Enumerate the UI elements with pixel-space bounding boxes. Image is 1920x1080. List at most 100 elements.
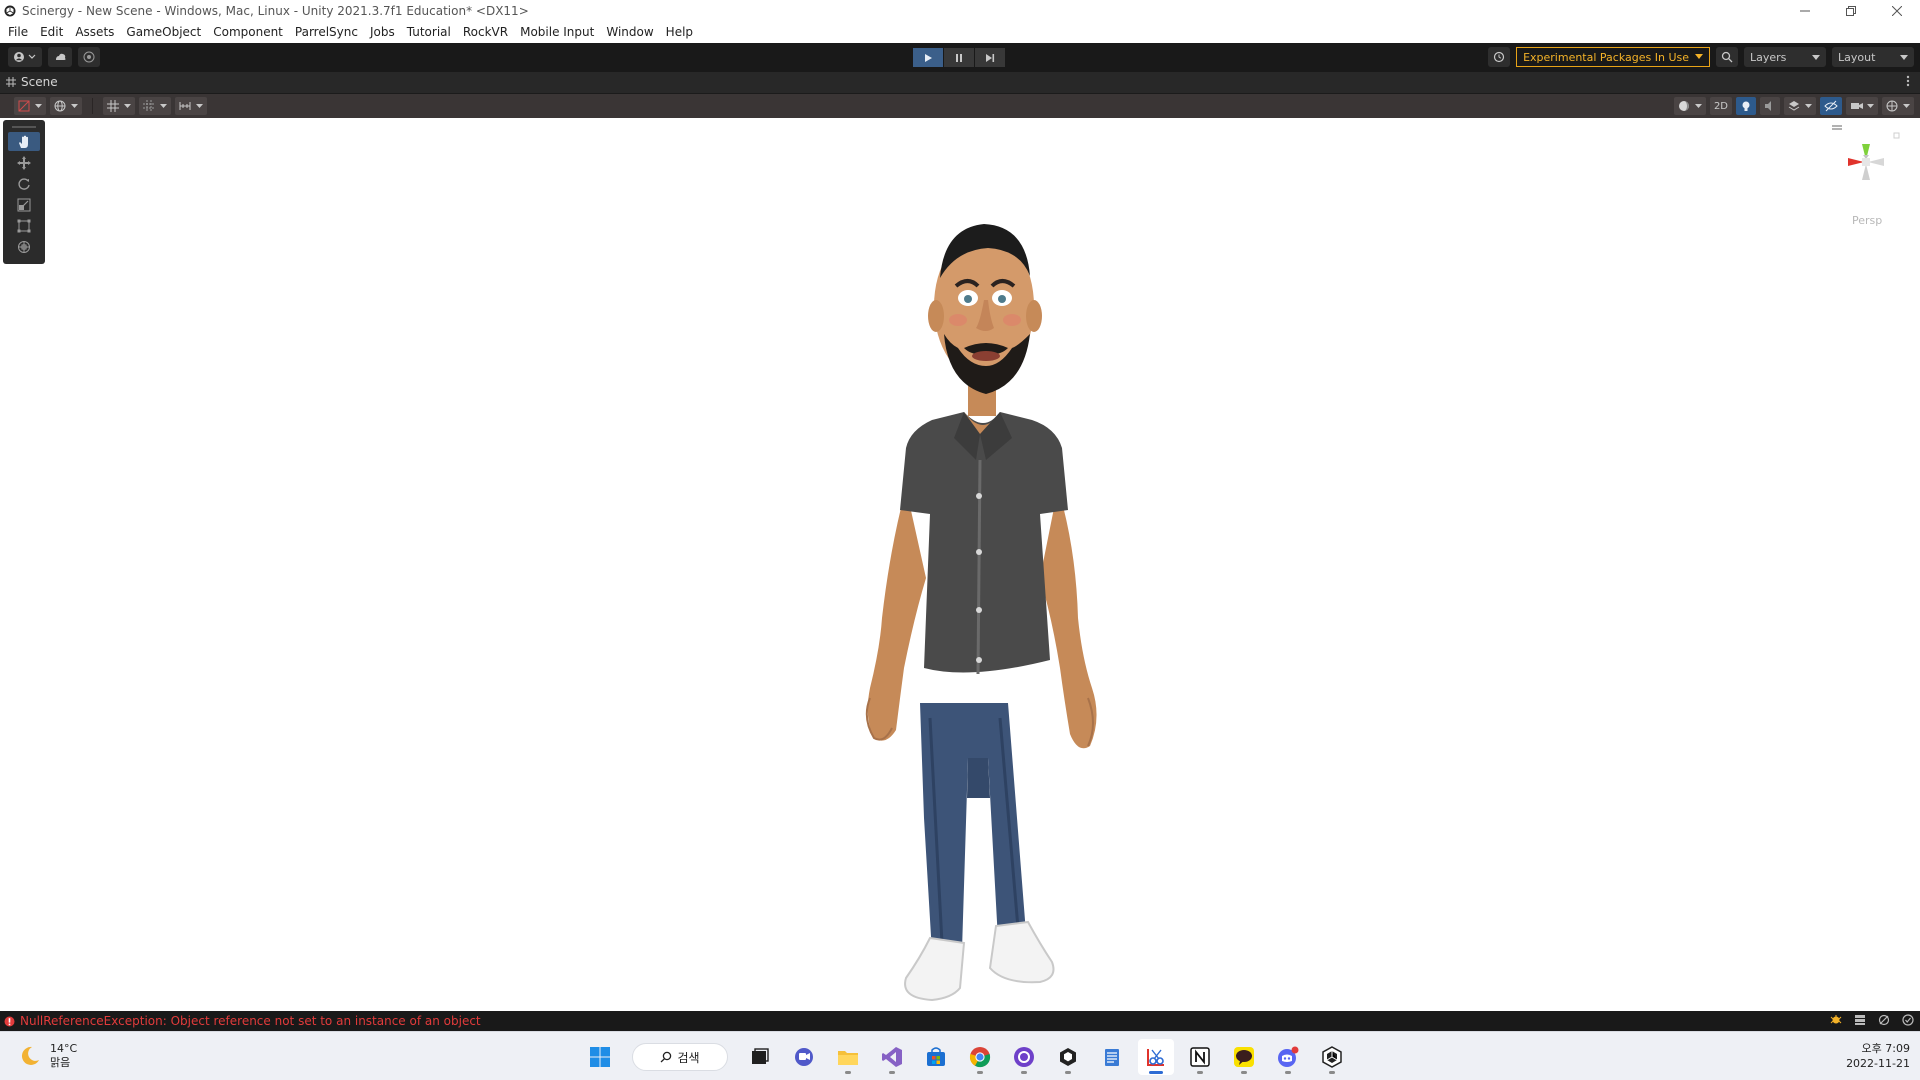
- chrome-button[interactable]: [962, 1039, 998, 1075]
- menu-assets[interactable]: Assets: [69, 22, 120, 43]
- camera-settings-dropdown[interactable]: [1846, 97, 1878, 115]
- experimental-packages-dropdown[interactable]: Experimental Packages In Use: [1516, 47, 1710, 67]
- minimize-button[interactable]: [1782, 0, 1828, 22]
- mode-2d-toggle[interactable]: 2D: [1709, 97, 1732, 115]
- increment-snap-dropdown[interactable]: [175, 97, 207, 115]
- chat-icon: [795, 1048, 813, 1066]
- rect-tool[interactable]: [8, 216, 40, 235]
- shading-mode-dropdown[interactable]: [1673, 97, 1706, 115]
- unity-hub-button[interactable]: [1050, 1039, 1086, 1075]
- menu-tutorial[interactable]: Tutorial: [401, 22, 457, 43]
- chevron-down-icon: [1805, 103, 1812, 108]
- kakaotalk-button[interactable]: [1226, 1039, 1262, 1075]
- search-icon: [1721, 51, 1733, 63]
- file-explorer-button[interactable]: [830, 1039, 866, 1075]
- mode-2d-label: 2D: [1713, 100, 1728, 112]
- services-button[interactable]: [78, 47, 100, 67]
- menu-component[interactable]: Component: [207, 22, 289, 43]
- lightbulb-icon: [1742, 101, 1750, 111]
- close-button[interactable]: [1874, 0, 1920, 22]
- gizmo-neg-x-axis[interactable]: [1868, 158, 1884, 166]
- gizmo-x-axis[interactable]: [1848, 158, 1864, 166]
- check-circle-icon[interactable]: [1902, 1014, 1914, 1026]
- rotate-tool[interactable]: [8, 174, 40, 193]
- menu-gameobject[interactable]: GameObject: [120, 22, 207, 43]
- eye-hidden-icon: [1824, 100, 1838, 112]
- task-view-button[interactable]: [742, 1039, 778, 1075]
- globe-icon: [54, 100, 66, 112]
- lighting-toggle[interactable]: [1736, 97, 1756, 115]
- weather-widget[interactable]: 14°C 맑음: [18, 1042, 77, 1070]
- audio-toggle[interactable]: [1760, 97, 1780, 115]
- snipping-tool-button[interactable]: [1138, 1039, 1174, 1075]
- undo-history-button[interactable]: [1488, 47, 1511, 67]
- menu-edit[interactable]: Edit: [34, 22, 69, 43]
- draw-mode-dropdown[interactable]: [14, 97, 46, 115]
- menu-parrelsync[interactable]: ParrelSync: [289, 22, 364, 43]
- gizmos-dropdown[interactable]: [1882, 97, 1914, 115]
- global-pivot-dropdown[interactable]: [50, 97, 82, 115]
- cache-server-icon[interactable]: [1854, 1014, 1866, 1026]
- snap-increment-icon: [179, 102, 191, 110]
- search-button[interactable]: [1716, 47, 1738, 67]
- start-button[interactable]: [582, 1039, 618, 1075]
- notion-icon: [1190, 1047, 1210, 1067]
- layout-dropdown[interactable]: Layout: [1832, 47, 1914, 67]
- collab-button[interactable]: [48, 47, 72, 67]
- error-message: NullReferenceException: Object reference…: [20, 1014, 481, 1028]
- bug-icon[interactable]: [1830, 1014, 1842, 1026]
- taskbar-clock[interactable]: 오후 7:09 2022-11-21: [1846, 1041, 1910, 1071]
- layers-dropdown[interactable]: Layers: [1744, 47, 1826, 67]
- menu-jobs[interactable]: Jobs: [364, 22, 401, 43]
- console-error[interactable]: NullReferenceException: Object reference…: [0, 1014, 481, 1028]
- chevron-down-icon: [1900, 54, 1908, 60]
- move-arrows-icon: [17, 155, 31, 170]
- unity-cube-icon: [1060, 1048, 1076, 1066]
- transform-tool[interactable]: [8, 237, 40, 256]
- tab-menu-kebab-icon[interactable]: [1906, 75, 1910, 90]
- teams-chat-button[interactable]: [786, 1039, 822, 1075]
- effects-layers-icon: [1788, 101, 1800, 111]
- window-title: Scinergy - New Scene - Windows, Mac, Lin…: [22, 4, 529, 18]
- scale-tool[interactable]: [8, 195, 40, 214]
- progress-icon[interactable]: [1878, 1014, 1890, 1026]
- account-button[interactable]: [8, 47, 42, 67]
- menu-mobile-input[interactable]: Mobile Input: [514, 22, 600, 43]
- move-tool[interactable]: [8, 153, 40, 172]
- play-button[interactable]: [913, 48, 943, 67]
- grid-snapping-dropdown[interactable]: [103, 97, 135, 115]
- restore-button[interactable]: [1828, 0, 1874, 22]
- menu-file[interactable]: File: [2, 22, 34, 43]
- visual-studio-button[interactable]: [874, 1039, 910, 1075]
- notion-button[interactable]: [1182, 1039, 1218, 1075]
- status-bar[interactable]: NullReferenceException: Object reference…: [0, 1011, 1920, 1031]
- character-model[interactable]: [840, 198, 1130, 1011]
- unity-logo-icon: [4, 5, 16, 17]
- projection-label[interactable]: Persp: [1852, 214, 1882, 227]
- error-icon: [4, 1016, 15, 1026]
- effects-dropdown[interactable]: [1784, 97, 1816, 115]
- discord-button[interactable]: [1270, 1039, 1306, 1075]
- lock-icon[interactable]: [1893, 132, 1900, 139]
- menu-help[interactable]: Help: [660, 22, 699, 43]
- gizmo-neg-y-axis[interactable]: [1862, 164, 1870, 180]
- menu-rockvr[interactable]: RockVR: [457, 22, 514, 43]
- unity-editor-button[interactable]: [1314, 1039, 1350, 1075]
- pause-button[interactable]: [944, 48, 974, 67]
- microsoft-store-button[interactable]: [918, 1039, 954, 1075]
- taskbar-search[interactable]: 검색: [632, 1043, 728, 1071]
- shaded-mode-icon: [18, 100, 30, 112]
- notepad-button[interactable]: [1094, 1039, 1130, 1075]
- step-button[interactable]: [975, 48, 1005, 67]
- scene-visibility-toggle[interactable]: [1820, 97, 1842, 115]
- menu-window[interactable]: Window: [600, 22, 659, 43]
- grid-visibility-dropdown[interactable]: [139, 97, 171, 115]
- hand-tool[interactable]: [8, 132, 40, 151]
- clock-date: 2022-11-21: [1846, 1057, 1910, 1070]
- rotate-icon: [18, 177, 30, 190]
- main-toolbar: Experimental Packages In Use Layers Layo…: [0, 43, 1920, 72]
- overlay-grip[interactable]: [12, 126, 36, 128]
- scene-viewport[interactable]: Persp: [0, 118, 1920, 1011]
- github-desktop-button[interactable]: [1006, 1039, 1042, 1075]
- tab-scene[interactable]: Scene: [6, 75, 58, 89]
